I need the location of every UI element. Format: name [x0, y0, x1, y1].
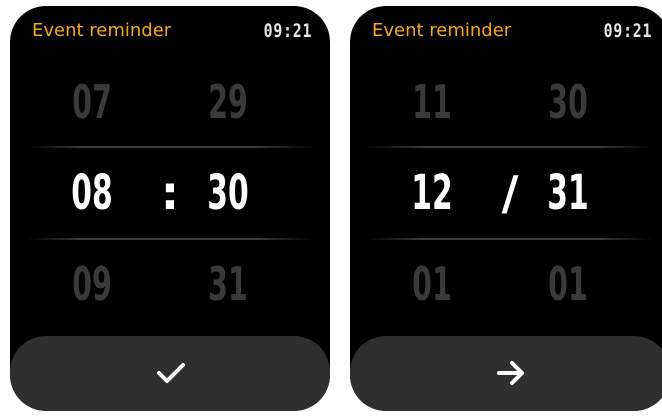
picker-row-previous[interactable]: 07 29	[10, 72, 330, 132]
day-previous[interactable]: 30	[543, 72, 593, 132]
picker-row-selected[interactable]: 12 / 31	[350, 163, 662, 223]
status-clock: 09:21	[603, 20, 652, 42]
confirm-button[interactable]	[10, 336, 330, 411]
screen-title: Event reminder	[372, 20, 512, 41]
minute-next[interactable]: 31	[203, 254, 253, 314]
hour-selected[interactable]: 08	[67, 163, 117, 223]
minute-selected[interactable]: 30	[203, 163, 253, 223]
picker-divider-top	[26, 146, 314, 148]
picker-divider-bottom	[26, 238, 314, 240]
minute-previous[interactable]: 29	[203, 72, 253, 132]
picker-row-next[interactable]: 01 01	[350, 254, 662, 314]
picker-row-previous[interactable]: 11 30	[350, 72, 662, 132]
stage: Event reminder 09:21 07 29 08 : 30 09 31	[0, 0, 662, 417]
month-selected[interactable]: 12	[407, 163, 457, 223]
time-separator: :	[160, 166, 180, 220]
picker-divider-top	[366, 146, 654, 148]
checkmark-icon	[154, 356, 188, 390]
picker-row-selected[interactable]: 08 : 30	[10, 163, 330, 223]
day-next[interactable]: 01	[543, 254, 593, 314]
arrow-right-icon	[494, 356, 528, 390]
status-clock: 09:21	[263, 20, 312, 42]
month-next[interactable]: 01	[407, 254, 457, 314]
time-picker-screen: Event reminder 09:21 07 29 08 : 30 09 31	[10, 6, 330, 411]
date-separator: /	[501, 166, 519, 220]
screen-title: Event reminder	[32, 20, 172, 41]
hour-previous[interactable]: 07	[67, 72, 117, 132]
picker-row-next[interactable]: 09 31	[10, 254, 330, 314]
hour-next[interactable]: 09	[67, 254, 117, 314]
day-selected[interactable]: 31	[543, 163, 593, 223]
date-picker-screen: Event reminder 09:21 11 30 12 / 31 01 01	[350, 6, 662, 411]
month-previous[interactable]: 11	[407, 72, 457, 132]
next-button[interactable]	[350, 336, 662, 411]
picker-divider-bottom	[366, 238, 654, 240]
